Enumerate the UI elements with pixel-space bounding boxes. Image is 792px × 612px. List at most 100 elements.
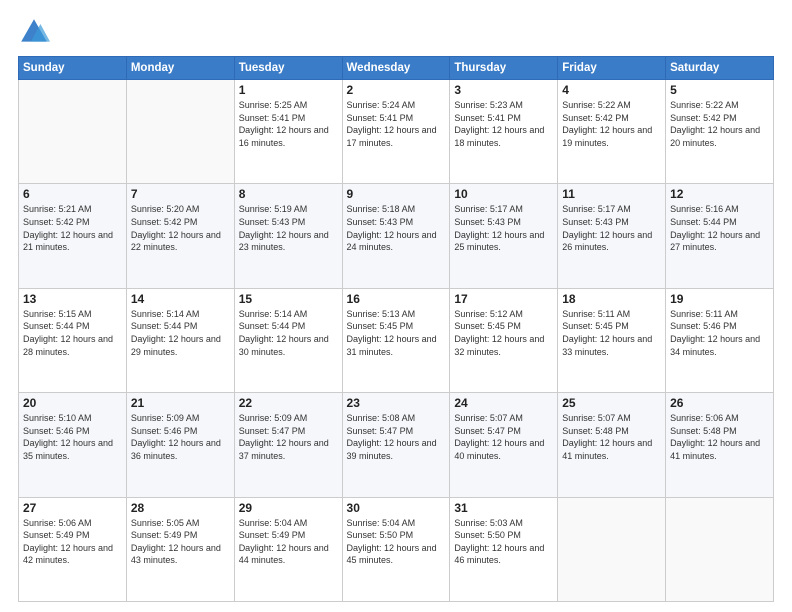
- calendar-cell: 3 Sunrise: 5:23 AM Sunset: 5:41 PM Daylig…: [450, 80, 558, 184]
- day-info: Sunrise: 5:11 AM Sunset: 5:45 PM Dayligh…: [562, 308, 661, 358]
- day-number: 17: [454, 292, 553, 306]
- day-number: 1: [239, 83, 338, 97]
- day-info: Sunrise: 5:15 AM Sunset: 5:44 PM Dayligh…: [23, 308, 122, 358]
- day-number: 16: [347, 292, 446, 306]
- day-number: 9: [347, 187, 446, 201]
- calendar-cell: 19 Sunrise: 5:11 AM Sunset: 5:46 PM Dayli…: [666, 288, 774, 392]
- calendar-cell: 27 Sunrise: 5:06 AM Sunset: 5:49 PM Dayli…: [19, 497, 127, 601]
- day-info: Sunrise: 5:17 AM Sunset: 5:43 PM Dayligh…: [562, 203, 661, 253]
- calendar-cell: 16 Sunrise: 5:13 AM Sunset: 5:45 PM Dayli…: [342, 288, 450, 392]
- calendar-cell: 28 Sunrise: 5:05 AM Sunset: 5:49 PM Dayli…: [126, 497, 234, 601]
- day-info: Sunrise: 5:20 AM Sunset: 5:42 PM Dayligh…: [131, 203, 230, 253]
- calendar-cell: [558, 497, 666, 601]
- week-row-4: 20 Sunrise: 5:10 AM Sunset: 5:46 PM Dayli…: [19, 393, 774, 497]
- calendar-cell: 30Sunrise: 5:04 AM Sunset: 5:50 PM Dayli…: [342, 497, 450, 601]
- calendar-cell: [126, 80, 234, 184]
- calendar-cell: 23 Sunrise: 5:08 AM Sunset: 5:47 PM Dayli…: [342, 393, 450, 497]
- day-info: Sunrise: 5:18 AM Sunset: 5:43 PM Dayligh…: [347, 203, 446, 253]
- day-number: 29: [239, 501, 338, 515]
- day-info: Sunrise: 5:03 AM Sunset: 5:50 PM Dayligh…: [454, 517, 553, 567]
- weekday-header-sunday: Sunday: [19, 57, 127, 80]
- calendar-cell: 5 Sunrise: 5:22 AM Sunset: 5:42 PM Daylig…: [666, 80, 774, 184]
- day-info: Sunrise: 5:23 AM Sunset: 5:41 PM Dayligh…: [454, 99, 553, 149]
- day-number: 21: [131, 396, 230, 410]
- weekday-header-row: SundayMondayTuesdayWednesdayThursdayFrid…: [19, 57, 774, 80]
- calendar-cell: 25 Sunrise: 5:07 AM Sunset: 5:48 PM Dayli…: [558, 393, 666, 497]
- week-row-3: 13 Sunrise: 5:15 AM Sunset: 5:44 PM Dayli…: [19, 288, 774, 392]
- day-info: Sunrise: 5:14 AM Sunset: 5:44 PM Dayligh…: [239, 308, 338, 358]
- weekday-header-friday: Friday: [558, 57, 666, 80]
- calendar-table: SundayMondayTuesdayWednesdayThursdayFrid…: [18, 56, 774, 602]
- day-number: 19: [670, 292, 769, 306]
- day-number: 3: [454, 83, 553, 97]
- calendar-cell: 29 Sunrise: 5:04 AM Sunset: 5:49 PM Dayli…: [234, 497, 342, 601]
- calendar-cell: 14 Sunrise: 5:14 AM Sunset: 5:44 PM Dayli…: [126, 288, 234, 392]
- calendar-cell: 7 Sunrise: 5:20 AM Sunset: 5:42 PM Daylig…: [126, 184, 234, 288]
- day-number: 18: [562, 292, 661, 306]
- day-number: 23: [347, 396, 446, 410]
- page: SundayMondayTuesdayWednesdayThursdayFrid…: [0, 0, 792, 612]
- calendar-cell: 1 Sunrise: 5:25 AM Sunset: 5:41 PM Daylig…: [234, 80, 342, 184]
- day-info: Sunrise: 5:13 AM Sunset: 5:45 PM Dayligh…: [347, 308, 446, 358]
- day-number: 27: [23, 501, 122, 515]
- day-info: Sunrise: 5:21 AM Sunset: 5:42 PM Dayligh…: [23, 203, 122, 253]
- day-number: 24: [454, 396, 553, 410]
- day-info: Sunrise: 5:08 AM Sunset: 5:47 PM Dayligh…: [347, 412, 446, 462]
- day-number: 25: [562, 396, 661, 410]
- calendar-cell: 9 Sunrise: 5:18 AM Sunset: 5:43 PM Daylig…: [342, 184, 450, 288]
- day-info: Sunrise: 5:09 AM Sunset: 5:47 PM Dayligh…: [239, 412, 338, 462]
- day-info: Sunrise: 5:16 AM Sunset: 5:44 PM Dayligh…: [670, 203, 769, 253]
- day-info: Sunrise: 5:14 AM Sunset: 5:44 PM Dayligh…: [131, 308, 230, 358]
- day-number: 22: [239, 396, 338, 410]
- day-info: Sunrise: 5:04 AM Sunset: 5:49 PM Dayligh…: [239, 517, 338, 567]
- day-info: Sunrise: 5:06 AM Sunset: 5:48 PM Dayligh…: [670, 412, 769, 462]
- calendar-cell: 6 Sunrise: 5:21 AM Sunset: 5:42 PM Daylig…: [19, 184, 127, 288]
- logo: [18, 16, 54, 48]
- header: [18, 16, 774, 48]
- calendar-cell: 4 Sunrise: 5:22 AM Sunset: 5:42 PM Daylig…: [558, 80, 666, 184]
- calendar-cell: 8Sunrise: 5:19 AM Sunset: 5:43 PM Daylig…: [234, 184, 342, 288]
- weekday-header-saturday: Saturday: [666, 57, 774, 80]
- weekday-header-thursday: Thursday: [450, 57, 558, 80]
- day-info: Sunrise: 5:11 AM Sunset: 5:46 PM Dayligh…: [670, 308, 769, 358]
- day-number: 6: [23, 187, 122, 201]
- day-number: 31: [454, 501, 553, 515]
- day-number: 13: [23, 292, 122, 306]
- week-row-1: 1 Sunrise: 5:25 AM Sunset: 5:41 PM Daylig…: [19, 80, 774, 184]
- weekday-header-monday: Monday: [126, 57, 234, 80]
- day-number: 15: [239, 292, 338, 306]
- calendar-cell: 15 Sunrise: 5:14 AM Sunset: 5:44 PM Dayli…: [234, 288, 342, 392]
- day-number: 5: [670, 83, 769, 97]
- calendar-cell: 21Sunrise: 5:09 AM Sunset: 5:46 PM Dayli…: [126, 393, 234, 497]
- day-number: 2: [347, 83, 446, 97]
- calendar-cell: 10Sunrise: 5:17 AM Sunset: 5:43 PM Dayli…: [450, 184, 558, 288]
- calendar-cell: 13 Sunrise: 5:15 AM Sunset: 5:44 PM Dayli…: [19, 288, 127, 392]
- calendar-cell: 2Sunrise: 5:24 AM Sunset: 5:41 PM Daylig…: [342, 80, 450, 184]
- calendar-cell: 20 Sunrise: 5:10 AM Sunset: 5:46 PM Dayli…: [19, 393, 127, 497]
- day-number: 11: [562, 187, 661, 201]
- day-info: Sunrise: 5:22 AM Sunset: 5:42 PM Dayligh…: [562, 99, 661, 149]
- day-info: Sunrise: 5:06 AM Sunset: 5:49 PM Dayligh…: [23, 517, 122, 567]
- day-info: Sunrise: 5:07 AM Sunset: 5:48 PM Dayligh…: [562, 412, 661, 462]
- calendar-cell: [666, 497, 774, 601]
- weekday-header-wednesday: Wednesday: [342, 57, 450, 80]
- calendar-cell: 22 Sunrise: 5:09 AM Sunset: 5:47 PM Dayli…: [234, 393, 342, 497]
- day-number: 4: [562, 83, 661, 97]
- day-number: 30: [347, 501, 446, 515]
- day-info: Sunrise: 5:10 AM Sunset: 5:46 PM Dayligh…: [23, 412, 122, 462]
- day-number: 28: [131, 501, 230, 515]
- weekday-header-tuesday: Tuesday: [234, 57, 342, 80]
- calendar-cell: 17Sunrise: 5:12 AM Sunset: 5:45 PM Dayli…: [450, 288, 558, 392]
- day-number: 8: [239, 187, 338, 201]
- day-number: 20: [23, 396, 122, 410]
- day-info: Sunrise: 5:05 AM Sunset: 5:49 PM Dayligh…: [131, 517, 230, 567]
- day-number: 12: [670, 187, 769, 201]
- day-info: Sunrise: 5:25 AM Sunset: 5:41 PM Dayligh…: [239, 99, 338, 149]
- calendar-cell: [19, 80, 127, 184]
- calendar-cell: 24 Sunrise: 5:07 AM Sunset: 5:47 PM Dayli…: [450, 393, 558, 497]
- day-number: 26: [670, 396, 769, 410]
- day-info: Sunrise: 5:07 AM Sunset: 5:47 PM Dayligh…: [454, 412, 553, 462]
- day-info: Sunrise: 5:22 AM Sunset: 5:42 PM Dayligh…: [670, 99, 769, 149]
- day-number: 14: [131, 292, 230, 306]
- day-number: 7: [131, 187, 230, 201]
